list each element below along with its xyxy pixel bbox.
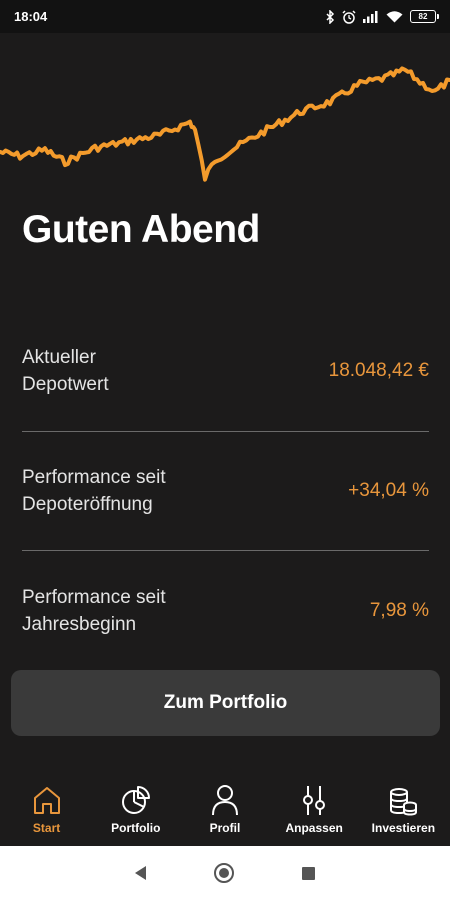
sparkline-svg [0, 66, 450, 182]
coins-icon [390, 788, 418, 816]
wifi-icon [386, 11, 403, 23]
recents-icon[interactable] [302, 866, 315, 880]
stat-label: Performance seit Depoteröffnung [22, 464, 242, 518]
pie-chart-icon [121, 786, 150, 814]
nav-item-start[interactable]: Start [3, 783, 91, 835]
stat-row-performance-ytd: Performance seit Jahresbeginn 7,98 % [22, 584, 429, 638]
home-icon [33, 787, 60, 814]
stat-label-line: Depoteröffnung [22, 494, 153, 515]
nav-item-portfolio[interactable]: Portfolio [92, 783, 180, 835]
nav-label: Profil [209, 821, 241, 835]
stat-label-line: Depotwert [22, 374, 109, 395]
nav-label: Investieren [371, 821, 436, 835]
stat-label-line: Jahresbeginn [22, 614, 137, 635]
home-circle-icon[interactable] [214, 863, 234, 883]
stat-value-performance-ytd: 7,98 % [369, 600, 429, 621]
signal-icon [363, 11, 378, 23]
status-time: 18:04 [14, 9, 48, 24]
performance-sparkline [0, 50, 450, 200]
stat-row-depotwert: Aktueller Depotwert 18.048,42 € [22, 344, 429, 398]
nav-item-profil[interactable]: Profil [181, 783, 269, 835]
stat-value-depotwert: 18.048,42 € [328, 360, 429, 381]
alarm-icon [342, 9, 356, 24]
bluetooth-icon [326, 9, 335, 24]
stat-label-line: Performance seit [22, 467, 166, 488]
nav-item-investieren[interactable]: Investieren [359, 783, 447, 835]
stat-row-performance-total: Performance seit Depoteröffnung +34,04 % [22, 464, 429, 518]
stat-label: Performance seit Jahresbeginn [22, 584, 242, 638]
person-icon [211, 785, 238, 816]
stat-label-line: Aktueller [22, 347, 96, 368]
status-bar: 18:04 82 [0, 0, 450, 33]
system-nav-bar [0, 846, 450, 900]
back-icon[interactable] [135, 866, 146, 880]
zum-portfolio-button[interactable]: Zum Portfolio [11, 670, 440, 736]
nav-label: Start [32, 821, 61, 835]
stat-label-line: Performance seit [22, 587, 166, 608]
sliders-icon [303, 786, 326, 815]
nav-label: Portfolio [111, 821, 161, 835]
battery-icon: 82 [410, 10, 439, 23]
greeting-title: Guten Abend [22, 208, 260, 251]
divider [22, 431, 429, 432]
status-icons: 82 [325, 9, 439, 24]
stat-label: Aktueller Depotwert [22, 344, 242, 398]
nav-label: Anpassen [285, 821, 343, 835]
nav-item-anpassen[interactable]: Anpassen [270, 783, 358, 835]
divider [22, 550, 429, 551]
bottom-nav: Start Portfolio Profil Anpassen Investie… [0, 783, 450, 845]
stat-value-performance-total: +34,04 % [348, 480, 429, 501]
sparkline-line [0, 66, 450, 182]
